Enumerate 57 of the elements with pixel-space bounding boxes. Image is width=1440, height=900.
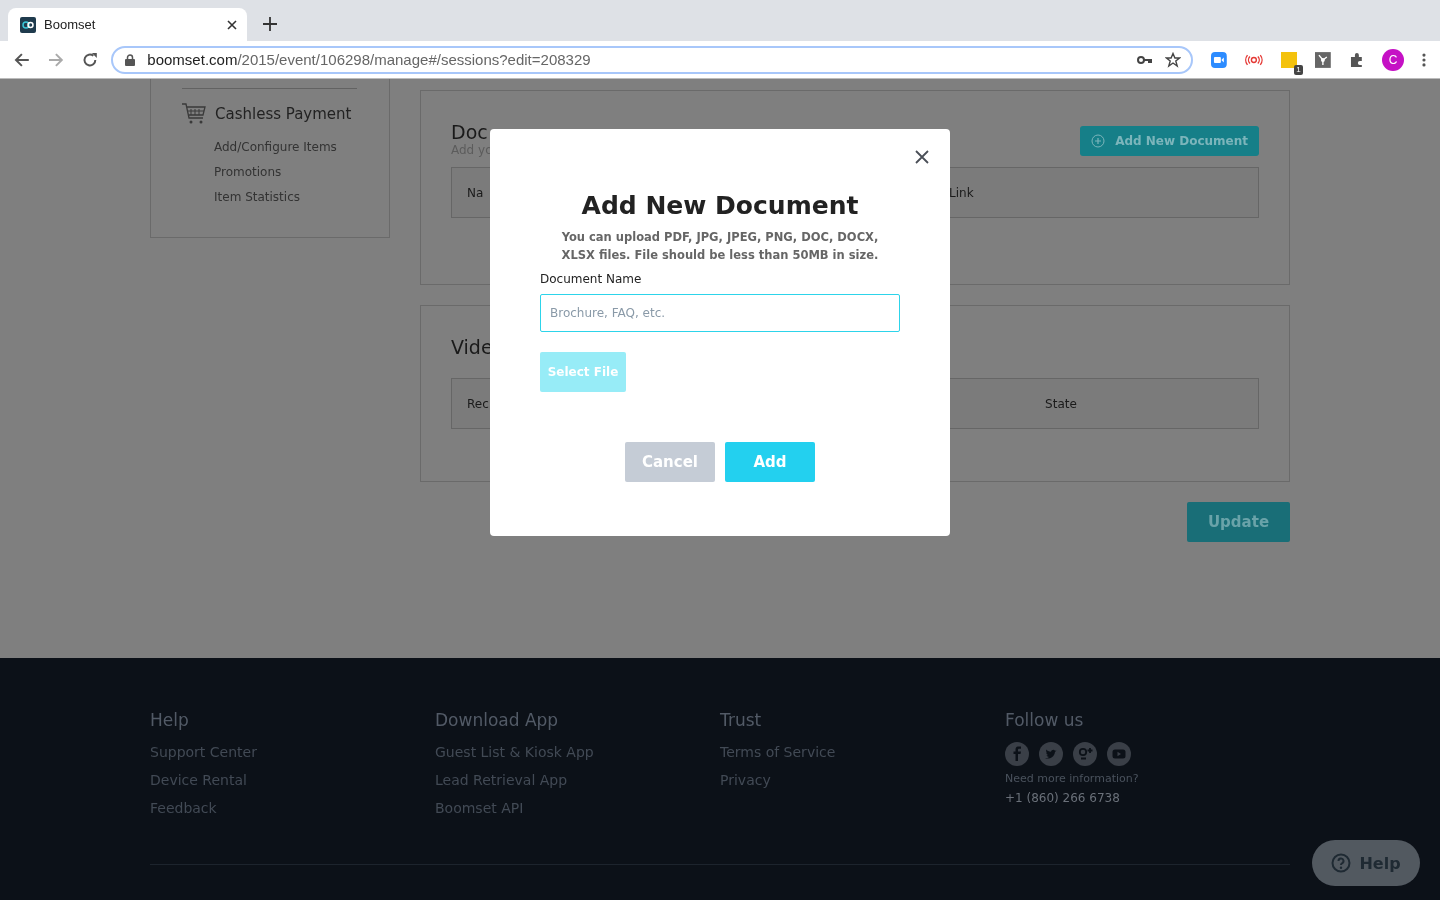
footer-link[interactable]: Device Rental <box>150 766 435 794</box>
close-icon[interactable] <box>915 150 929 164</box>
close-icon[interactable] <box>227 19 237 30</box>
footer-link[interactable]: Lead Retrieval App <box>435 766 720 794</box>
section-title: Doc <box>451 121 489 143</box>
footer-link[interactable]: Feedback <box>150 794 435 822</box>
back-icon[interactable] <box>14 51 30 68</box>
field-label: Document Name <box>540 272 642 286</box>
phone-number: +1 (860) 266 6738 <box>1005 791 1121 805</box>
column-header: Link <box>949 185 975 200</box>
add-button[interactable]: Add <box>725 442 815 482</box>
sidebar-item[interactable]: Add/Configure Items <box>214 135 389 160</box>
key-icon[interactable] <box>1137 54 1154 65</box>
profile-avatar[interactable]: C <box>1382 48 1404 71</box>
broadcast-icon[interactable] <box>1244 53 1263 66</box>
footer-link[interactable]: Guest List & Kiosk App <box>435 738 720 766</box>
footer-heading: Follow us <box>1005 710 1085 730</box>
footer-link[interactable]: Terms of Service <box>720 738 1005 766</box>
new-tab-icon[interactable] <box>263 17 277 31</box>
cancel-button[interactable]: Cancel <box>625 442 715 482</box>
site-logo-icon <box>20 16 36 33</box>
question-icon <box>1331 853 1352 873</box>
address-bar[interactable]: boomset.com/2015/event/106298/manage#/sessions?edit=208329 <box>111 45 1194 74</box>
star-icon[interactable] <box>1165 51 1182 68</box>
footer-link[interactable]: Privacy <box>720 766 1005 794</box>
footer-link[interactable]: Boomset API <box>435 794 720 822</box>
document-name-field[interactable]: Brochure, FAQ, etc. <box>540 294 900 332</box>
hub-icon[interactable] <box>1314 51 1331 68</box>
browser-tab[interactable]: Boomset <box>8 8 247 41</box>
column-header: Rec <box>467 396 490 411</box>
sidebar-section-title[interactable]: Cashless Payment <box>215 105 352 123</box>
footer-heading: Trust <box>720 710 763 730</box>
footer-heading: Help <box>150 710 190 730</box>
puzzle-icon[interactable] <box>1348 51 1365 68</box>
section-title: Vide <box>451 336 493 358</box>
dialog-description: You can upload PDF, JPG, JPEG, PNG, DOC, DOCX, XLSX files. File should be less than 50MB in size. <box>560 229 880 264</box>
reload-icon[interactable] <box>81 51 98 68</box>
update-button[interactable]: Update <box>1187 502 1290 542</box>
plus-circle-icon <box>1091 134 1106 148</box>
add-document-button[interactable]: Add New Document <box>1080 126 1259 156</box>
video-camera-icon[interactable] <box>1211 51 1227 68</box>
column-header: Na <box>467 185 485 200</box>
menu-icon[interactable] <box>1422 52 1426 67</box>
url-text: boomset.com/2015/event/106298/manage#/sessions?edit=208329 <box>147 51 592 68</box>
footer-link[interactable]: Support Center <box>150 738 435 766</box>
extension-icon[interactable] <box>1280 51 1297 68</box>
lock-icon <box>125 53 136 66</box>
sidebar-item[interactable]: Item Statistics <box>214 185 389 210</box>
cart-icon <box>182 103 206 125</box>
tab-title: Boomset <box>44 17 97 32</box>
info-note: Need more information? <box>1005 772 1140 785</box>
sidebar-item[interactable]: Promotions <box>214 160 389 185</box>
select-file-button[interactable]: Select File <box>540 352 626 392</box>
extension-badge: 1 <box>1294 64 1303 75</box>
column-header: State <box>1044 396 1078 411</box>
footer-heading: Download App <box>435 710 560 730</box>
dialog-title: Add New Document <box>581 191 859 220</box>
